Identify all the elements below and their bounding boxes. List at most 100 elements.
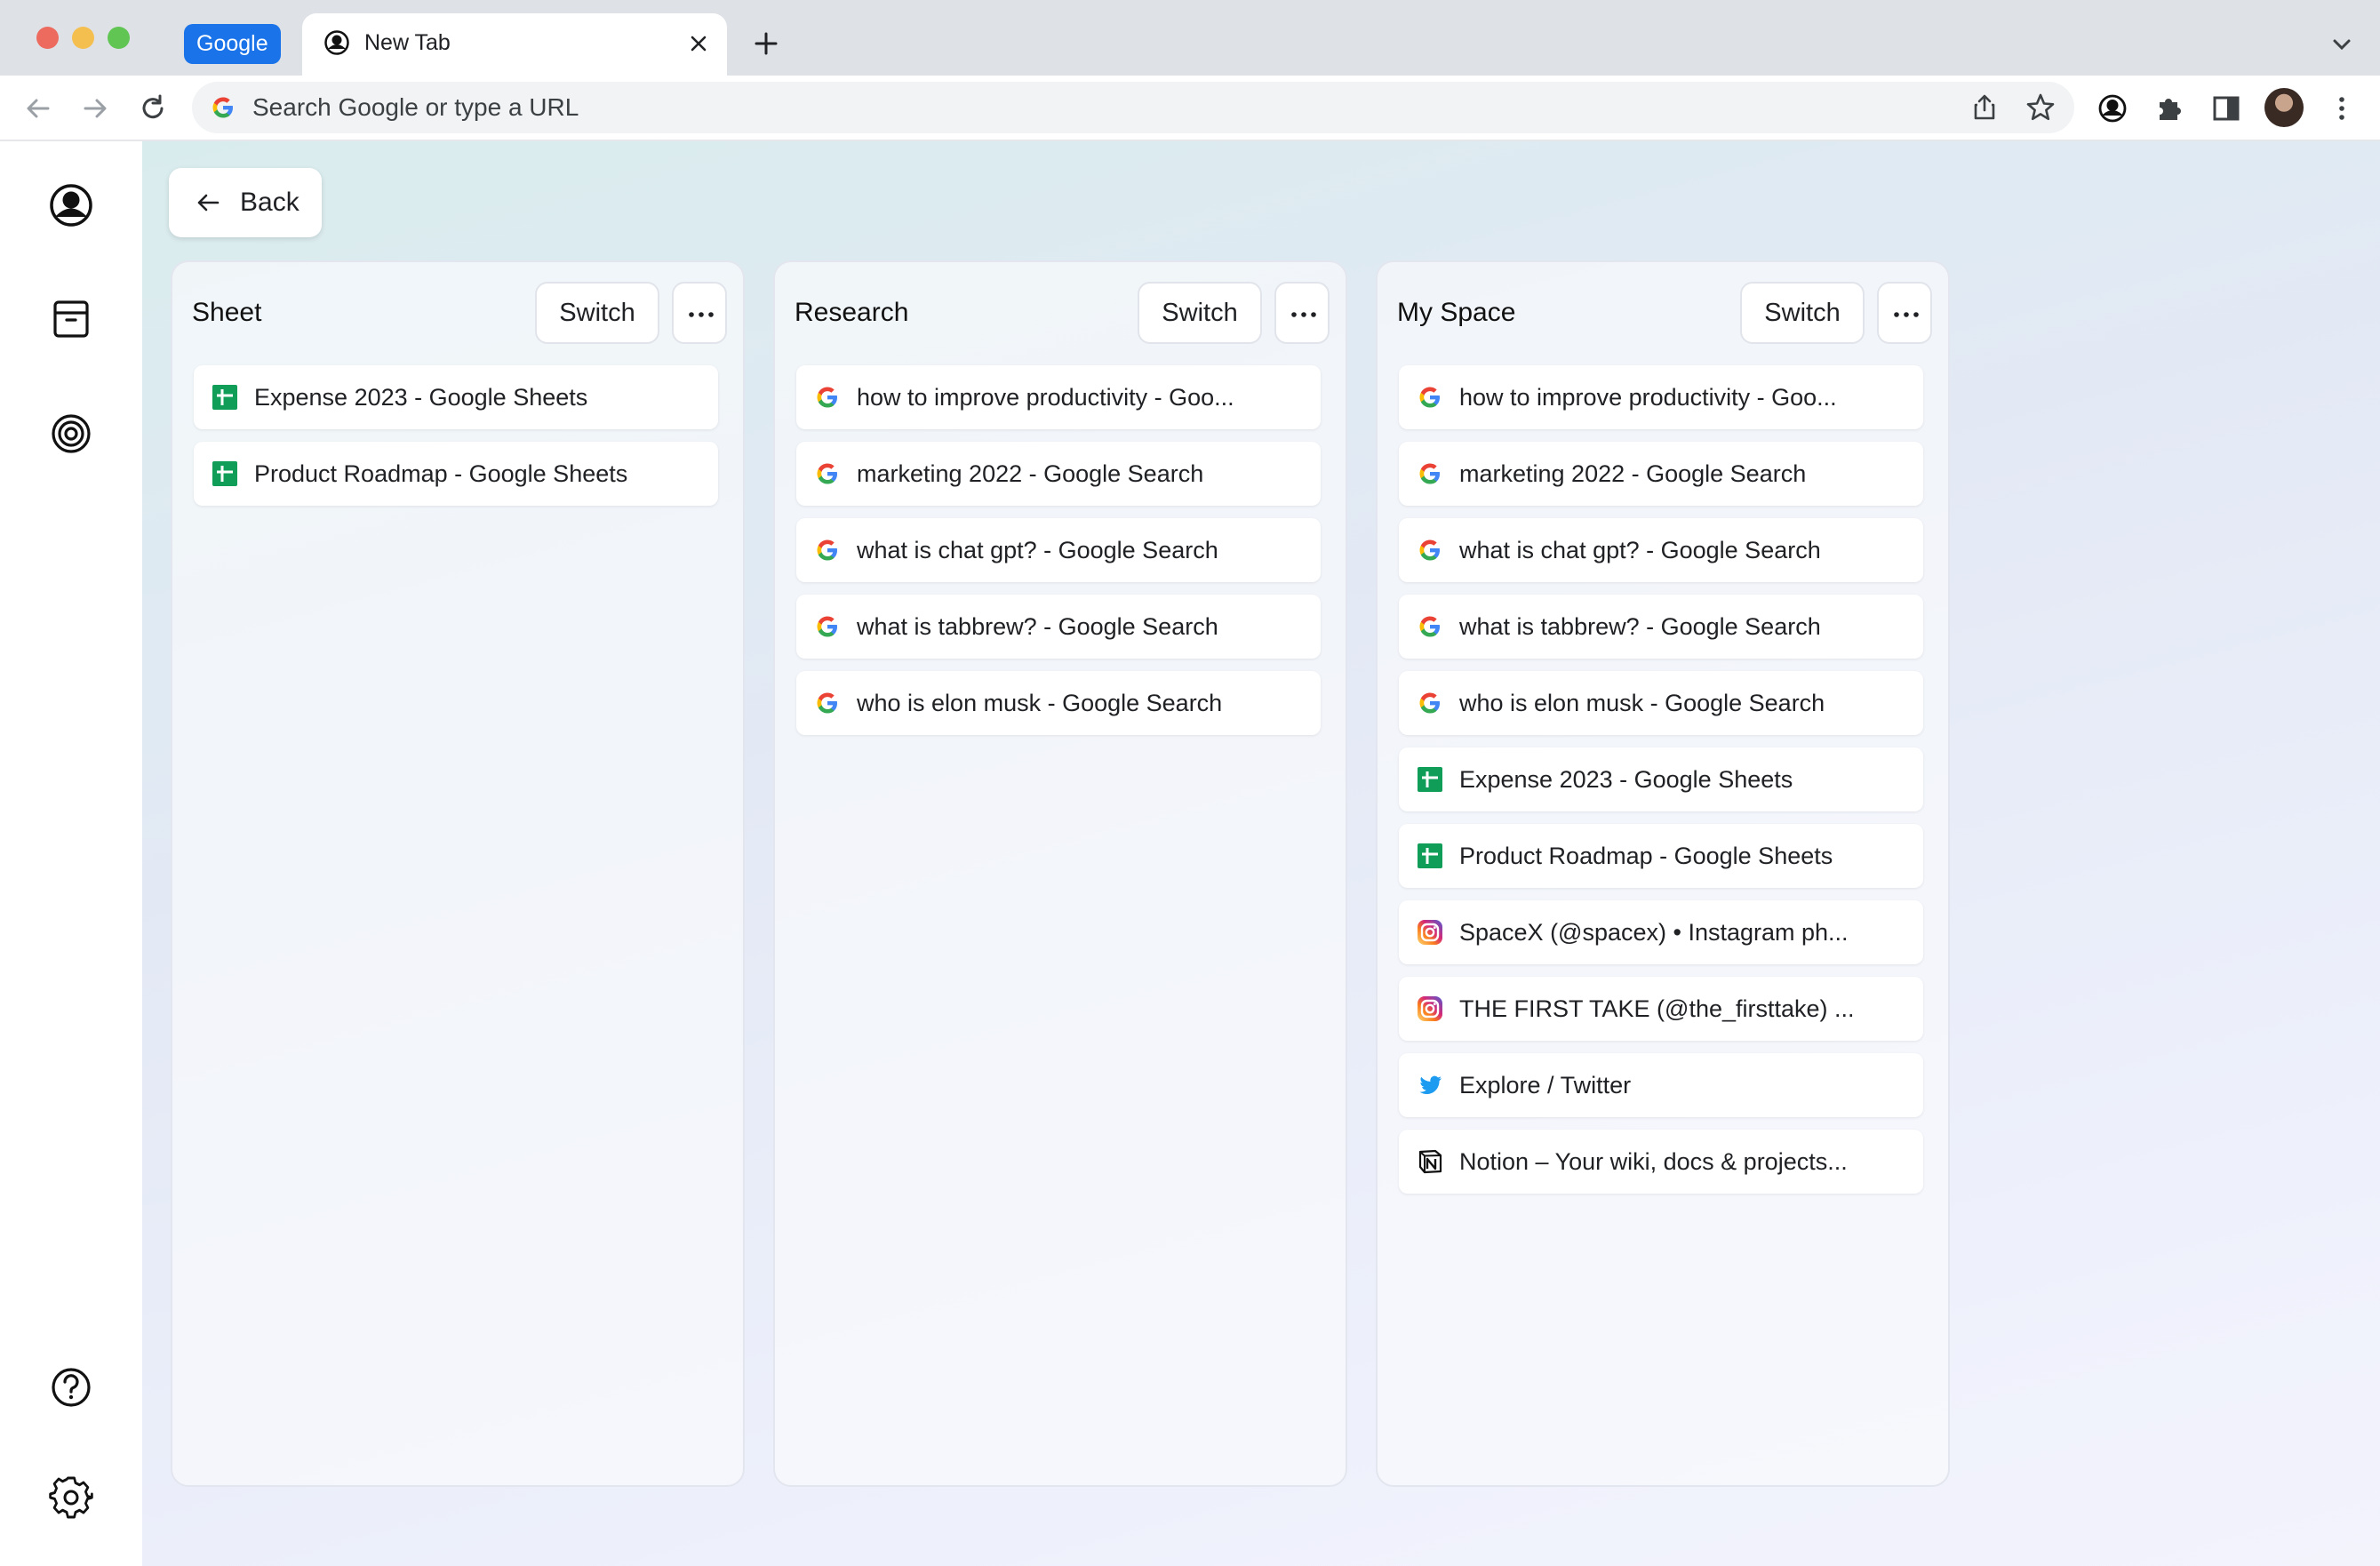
google-icon: [817, 692, 837, 714]
profile-avatar[interactable]: [2264, 88, 2304, 127]
more-options-button[interactable]: [672, 282, 727, 344]
workspace-area: Back Sheet Switch Expense 2023 - Google …: [142, 141, 2380, 1566]
tab-item[interactable]: THE FIRST TAKE (@the_firsttake) ...: [1399, 977, 1923, 1041]
browser-toolbar: Search Google or type a URL: [0, 76, 2380, 141]
instagram-icon: [1418, 920, 1442, 945]
google-icon: [1419, 616, 1440, 637]
bookmark-star-icon[interactable]: [2025, 92, 2057, 124]
workspace-column-my-space: My Space Switch how to improve productiv…: [1376, 260, 1950, 1487]
side-panel-icon[interactable]: [2209, 92, 2243, 125]
more-options-button[interactable]: [1877, 282, 1932, 344]
column-title: Research: [795, 298, 909, 327]
tab-item-title: who is elon musk - Google Search: [1459, 690, 1825, 716]
arrow-left-icon: [197, 194, 220, 212]
switch-button[interactable]: Switch: [535, 282, 659, 344]
tab-item[interactable]: Expense 2023 - Google Sheets: [1399, 747, 1923, 811]
tab-item-title: Expense 2023 - Google Sheets: [254, 384, 588, 411]
google-icon: [1419, 539, 1440, 561]
tab-item-title: what is chat gpt? - Google Search: [857, 537, 1218, 563]
window-close-button[interactable]: [36, 27, 59, 49]
back-button[interactable]: Back: [169, 168, 322, 237]
target-focus-icon[interactable]: [46, 409, 96, 459]
tab-item-title: what is tabbrew? - Google Search: [857, 613, 1218, 640]
back-arrow-icon[interactable]: [21, 92, 55, 125]
more-horizontal-icon: [1894, 312, 1919, 317]
workspace-column-sheet: Sheet Switch Expense 2023 - Google Sheet…: [171, 260, 745, 1487]
tab-item-title: what is chat gpt? - Google Search: [1459, 537, 1821, 563]
instagram-icon: [1418, 996, 1442, 1021]
tab-item[interactable]: Explore / Twitter: [1399, 1053, 1923, 1117]
switch-button[interactable]: Switch: [1740, 282, 1865, 344]
tab-item-title: Product Roadmap - Google Sheets: [254, 460, 628, 487]
window-minimize-button[interactable]: [72, 27, 94, 49]
forward-arrow-icon[interactable]: [78, 92, 112, 125]
tabbrew-app: Back Sheet Switch Expense 2023 - Google …: [0, 141, 2380, 1566]
tab-item[interactable]: who is elon musk - Google Search: [796, 671, 1321, 735]
tab-item[interactable]: what is tabbrew? - Google Search: [1399, 595, 1923, 659]
tab-item[interactable]: Notion – Your wiki, docs & projects...: [1399, 1130, 1923, 1194]
address-bar-placeholder: Search Google or type a URL: [252, 93, 579, 121]
google-icon: [1419, 692, 1440, 714]
tab-item-title: what is tabbrew? - Google Search: [1459, 613, 1821, 640]
back-button-label: Back: [240, 188, 299, 217]
notion-icon: [1418, 1149, 1442, 1174]
tab-item-title: Explore / Twitter: [1459, 1072, 1632, 1099]
google-icon: [817, 463, 837, 484]
google-icon: [817, 616, 837, 637]
google-icon: [817, 387, 837, 408]
tab-item[interactable]: Expense 2023 - Google Sheets: [194, 365, 718, 429]
tab-item[interactable]: what is chat gpt? - Google Search: [796, 518, 1321, 582]
new-tab-plus-icon[interactable]: [749, 27, 783, 60]
settings-gear-icon[interactable]: [46, 1473, 96, 1522]
tab-item[interactable]: Product Roadmap - Google Sheets: [194, 442, 718, 506]
left-rail: [0, 141, 142, 1566]
tab-title: New Tab: [364, 30, 451, 55]
tab-item[interactable]: what is chat gpt? - Google Search: [1399, 518, 1923, 582]
google-icon: [1419, 463, 1440, 484]
more-horizontal-icon: [689, 312, 714, 317]
tab-item-title: how to improve productivity - Goo...: [857, 384, 1234, 411]
window-zoom-button[interactable]: [108, 27, 130, 49]
tab-item[interactable]: what is tabbrew? - Google Search: [796, 595, 1321, 659]
tab-item[interactable]: who is elon musk - Google Search: [1399, 671, 1923, 735]
tab-item[interactable]: how to improve productivity - Goo...: [796, 365, 1321, 429]
tab-item-title: Product Roadmap - Google Sheets: [1459, 843, 1833, 869]
tab-group-chip[interactable]: Google: [184, 24, 281, 64]
more-horizontal-icon: [1291, 312, 1316, 317]
tab-item-title: marketing 2022 - Google Search: [857, 460, 1204, 487]
reload-icon[interactable]: [136, 92, 170, 125]
chevron-down-icon[interactable]: [2328, 31, 2355, 58]
google-icon: [212, 97, 233, 118]
column-title: Sheet: [192, 298, 262, 327]
tab-item[interactable]: marketing 2022 - Google Search: [796, 442, 1321, 506]
tab-item-title: SpaceX (@spacex) • Instagram ph...: [1459, 919, 1849, 946]
tabbrew-logo-icon: [324, 30, 349, 55]
help-question-icon[interactable]: [46, 1362, 96, 1412]
google-icon: [817, 539, 837, 561]
tab-item-title: who is elon musk - Google Search: [857, 690, 1223, 716]
tabbrew-logo-icon[interactable]: [46, 180, 96, 230]
tab-item-title: marketing 2022 - Google Search: [1459, 460, 1807, 487]
twitter-icon: [1419, 1075, 1442, 1094]
google-sheets-icon: [1418, 767, 1442, 792]
tab-item[interactable]: SpaceX (@spacex) • Instagram ph...: [1399, 900, 1923, 964]
share-icon[interactable]: [1969, 92, 2000, 123]
tabbrew-extension-icon[interactable]: [2096, 92, 2129, 125]
address-bar[interactable]: Search Google or type a URL: [192, 82, 2074, 133]
browser-tab-strip: Google New Tab: [0, 0, 2380, 76]
google-sheets-icon: [212, 461, 237, 486]
tab-item[interactable]: Product Roadmap - Google Sheets: [1399, 824, 1923, 888]
more-options-button[interactable]: [1274, 282, 1330, 344]
switch-button[interactable]: Switch: [1138, 282, 1262, 344]
archive-box-icon[interactable]: [46, 294, 96, 344]
tab-item-title: THE FIRST TAKE (@the_firsttake) ...: [1459, 995, 1855, 1022]
close-tab-icon[interactable]: [686, 31, 711, 56]
more-vertical-icon[interactable]: [2325, 92, 2359, 125]
tab-item-title: Notion – Your wiki, docs & projects...: [1459, 1148, 1848, 1175]
tab-new-tab[interactable]: New Tab: [302, 13, 727, 76]
extensions-puzzle-icon[interactable]: [2152, 92, 2186, 125]
google-sheets-icon: [1418, 843, 1442, 868]
tab-item[interactable]: marketing 2022 - Google Search: [1399, 442, 1923, 506]
tab-item[interactable]: how to improve productivity - Goo...: [1399, 365, 1923, 429]
workspace-column-research: Research Switch how to improve productiv…: [773, 260, 1347, 1487]
